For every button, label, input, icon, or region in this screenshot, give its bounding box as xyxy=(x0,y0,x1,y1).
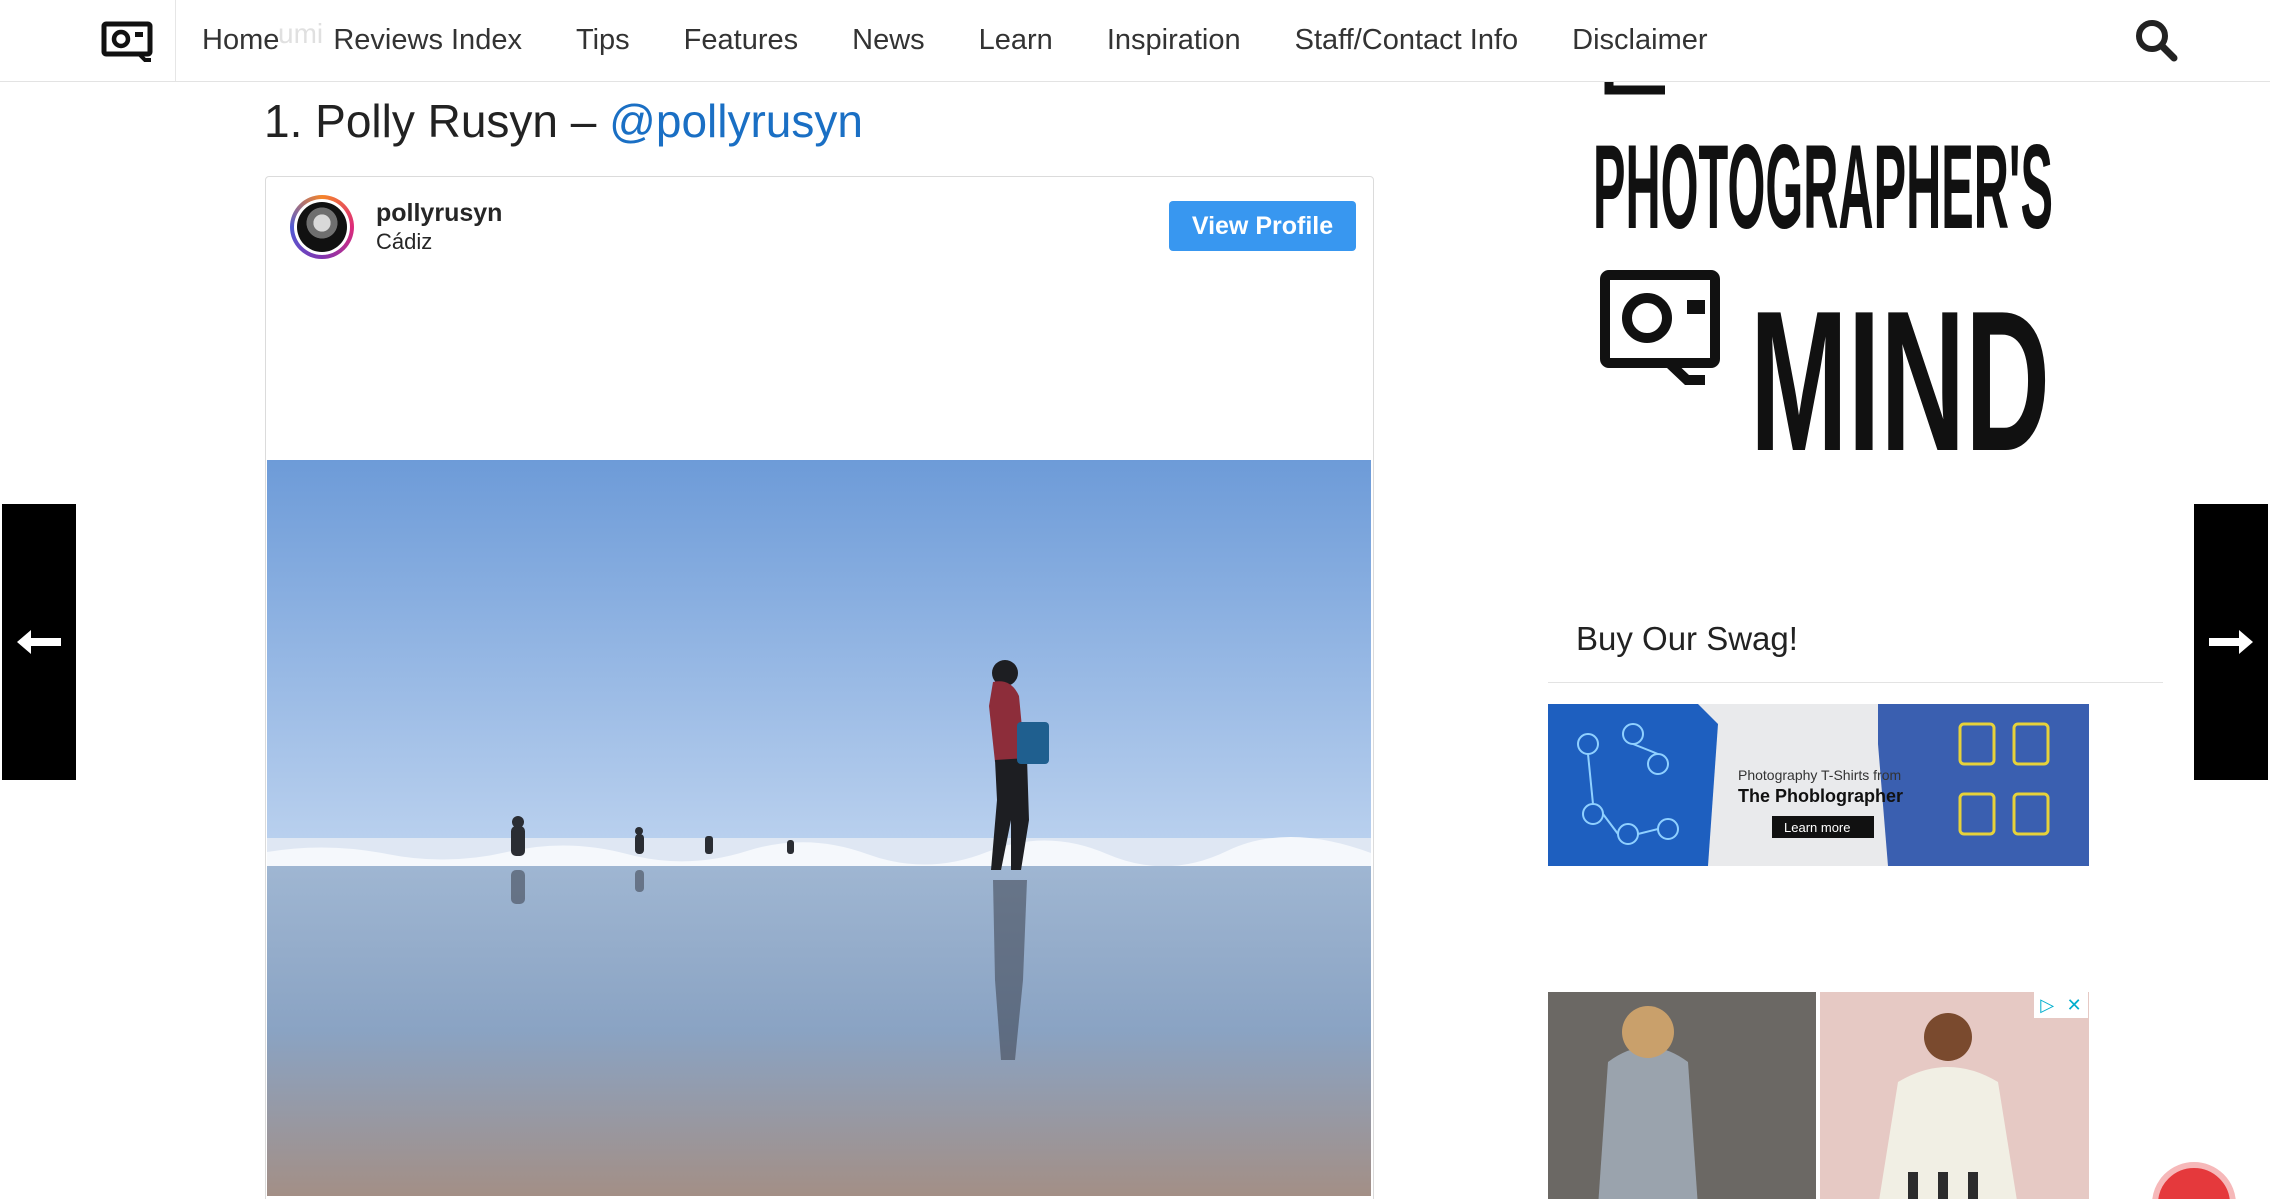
ad-line1: Photography T-Shirts from xyxy=(1738,767,1901,783)
search-button[interactable] xyxy=(2132,16,2180,64)
top-navigation: Home Reviews Index Tips Features News Le… xyxy=(0,0,2270,82)
swag-section-title: Buy Our Swag! xyxy=(1576,620,1798,657)
swag-divider xyxy=(1548,682,2163,683)
nav-item-home[interactable]: Home xyxy=(202,24,279,57)
ad-choices-badge[interactable]: ▷ ✕ xyxy=(2034,992,2088,1018)
tshirt-ad-image: Photography T-Shirts from The Phoblograp… xyxy=(1548,704,2089,866)
view-profile-button[interactable]: View Profile xyxy=(1169,201,1356,251)
nav-item-learn[interactable]: Learn xyxy=(979,24,1053,57)
avatar[interactable] xyxy=(290,195,354,259)
ad-choices-icon: ▷ xyxy=(2040,994,2055,1015)
instagram-post-photo[interactable] xyxy=(267,460,1371,1196)
heading-prefix: 1. Polly Rusyn – xyxy=(264,95,610,147)
nav-item-tips[interactable]: Tips xyxy=(576,24,630,57)
arrow-left-icon xyxy=(17,630,61,654)
next-article-arrow[interactable] xyxy=(2194,504,2268,780)
beach-photo-image xyxy=(267,460,1371,1196)
fashion-ad-image xyxy=(1548,992,2089,1199)
arrow-right-icon xyxy=(2209,630,2253,654)
banner-text-line2: MIND xyxy=(1750,270,2050,470)
instagram-location[interactable]: Cádiz xyxy=(376,229,432,255)
nav-menu: Home Reviews Index Tips Features News Le… xyxy=(202,0,1762,81)
site-logo[interactable] xyxy=(80,0,176,81)
nav-item-staff-contact[interactable]: Staff/Contact Info xyxy=(1295,24,1519,57)
ad-line2: The Phoblographer xyxy=(1738,786,1903,806)
swag-tshirt-ad[interactable]: Photography T-Shirts from The Phoblograp… xyxy=(1548,704,2089,866)
page: Home Reviews Index Tips Features News Le… xyxy=(0,0,2270,1199)
ad-cta: Learn more xyxy=(1784,820,1850,835)
nav-item-disclaimer[interactable]: Disclaimer xyxy=(1572,24,1707,57)
fashion-display-ad[interactable] xyxy=(1548,992,2089,1199)
instagram-username[interactable]: pollyrusyn xyxy=(376,199,502,228)
camera-icon xyxy=(1600,270,1720,385)
search-icon xyxy=(2136,20,2178,62)
previous-article-arrow[interactable] xyxy=(2,504,76,780)
avatar-photo xyxy=(297,202,347,252)
nav-item-inspiration[interactable]: Inspiration xyxy=(1107,24,1241,57)
instagram-handle-link[interactable]: @pollyrusyn xyxy=(609,95,863,147)
nav-item-reviews-index[interactable]: Reviews Index xyxy=(333,24,522,57)
instagram-embed-card: pollyrusyn Cádiz View Profile xyxy=(265,176,1374,1199)
nav-item-news[interactable]: News xyxy=(852,24,925,57)
nav-item-features[interactable]: Features xyxy=(684,24,798,57)
banner-text-line1: PHOTOGRAPHER'S xyxy=(1593,120,2053,254)
camera-logo-icon xyxy=(101,21,152,62)
floating-action-button[interactable] xyxy=(2152,1162,2236,1199)
close-icon[interactable]: ✕ xyxy=(2067,995,2082,1016)
article-heading: 1. Polly Rusyn – @pollyrusyn xyxy=(264,94,863,148)
